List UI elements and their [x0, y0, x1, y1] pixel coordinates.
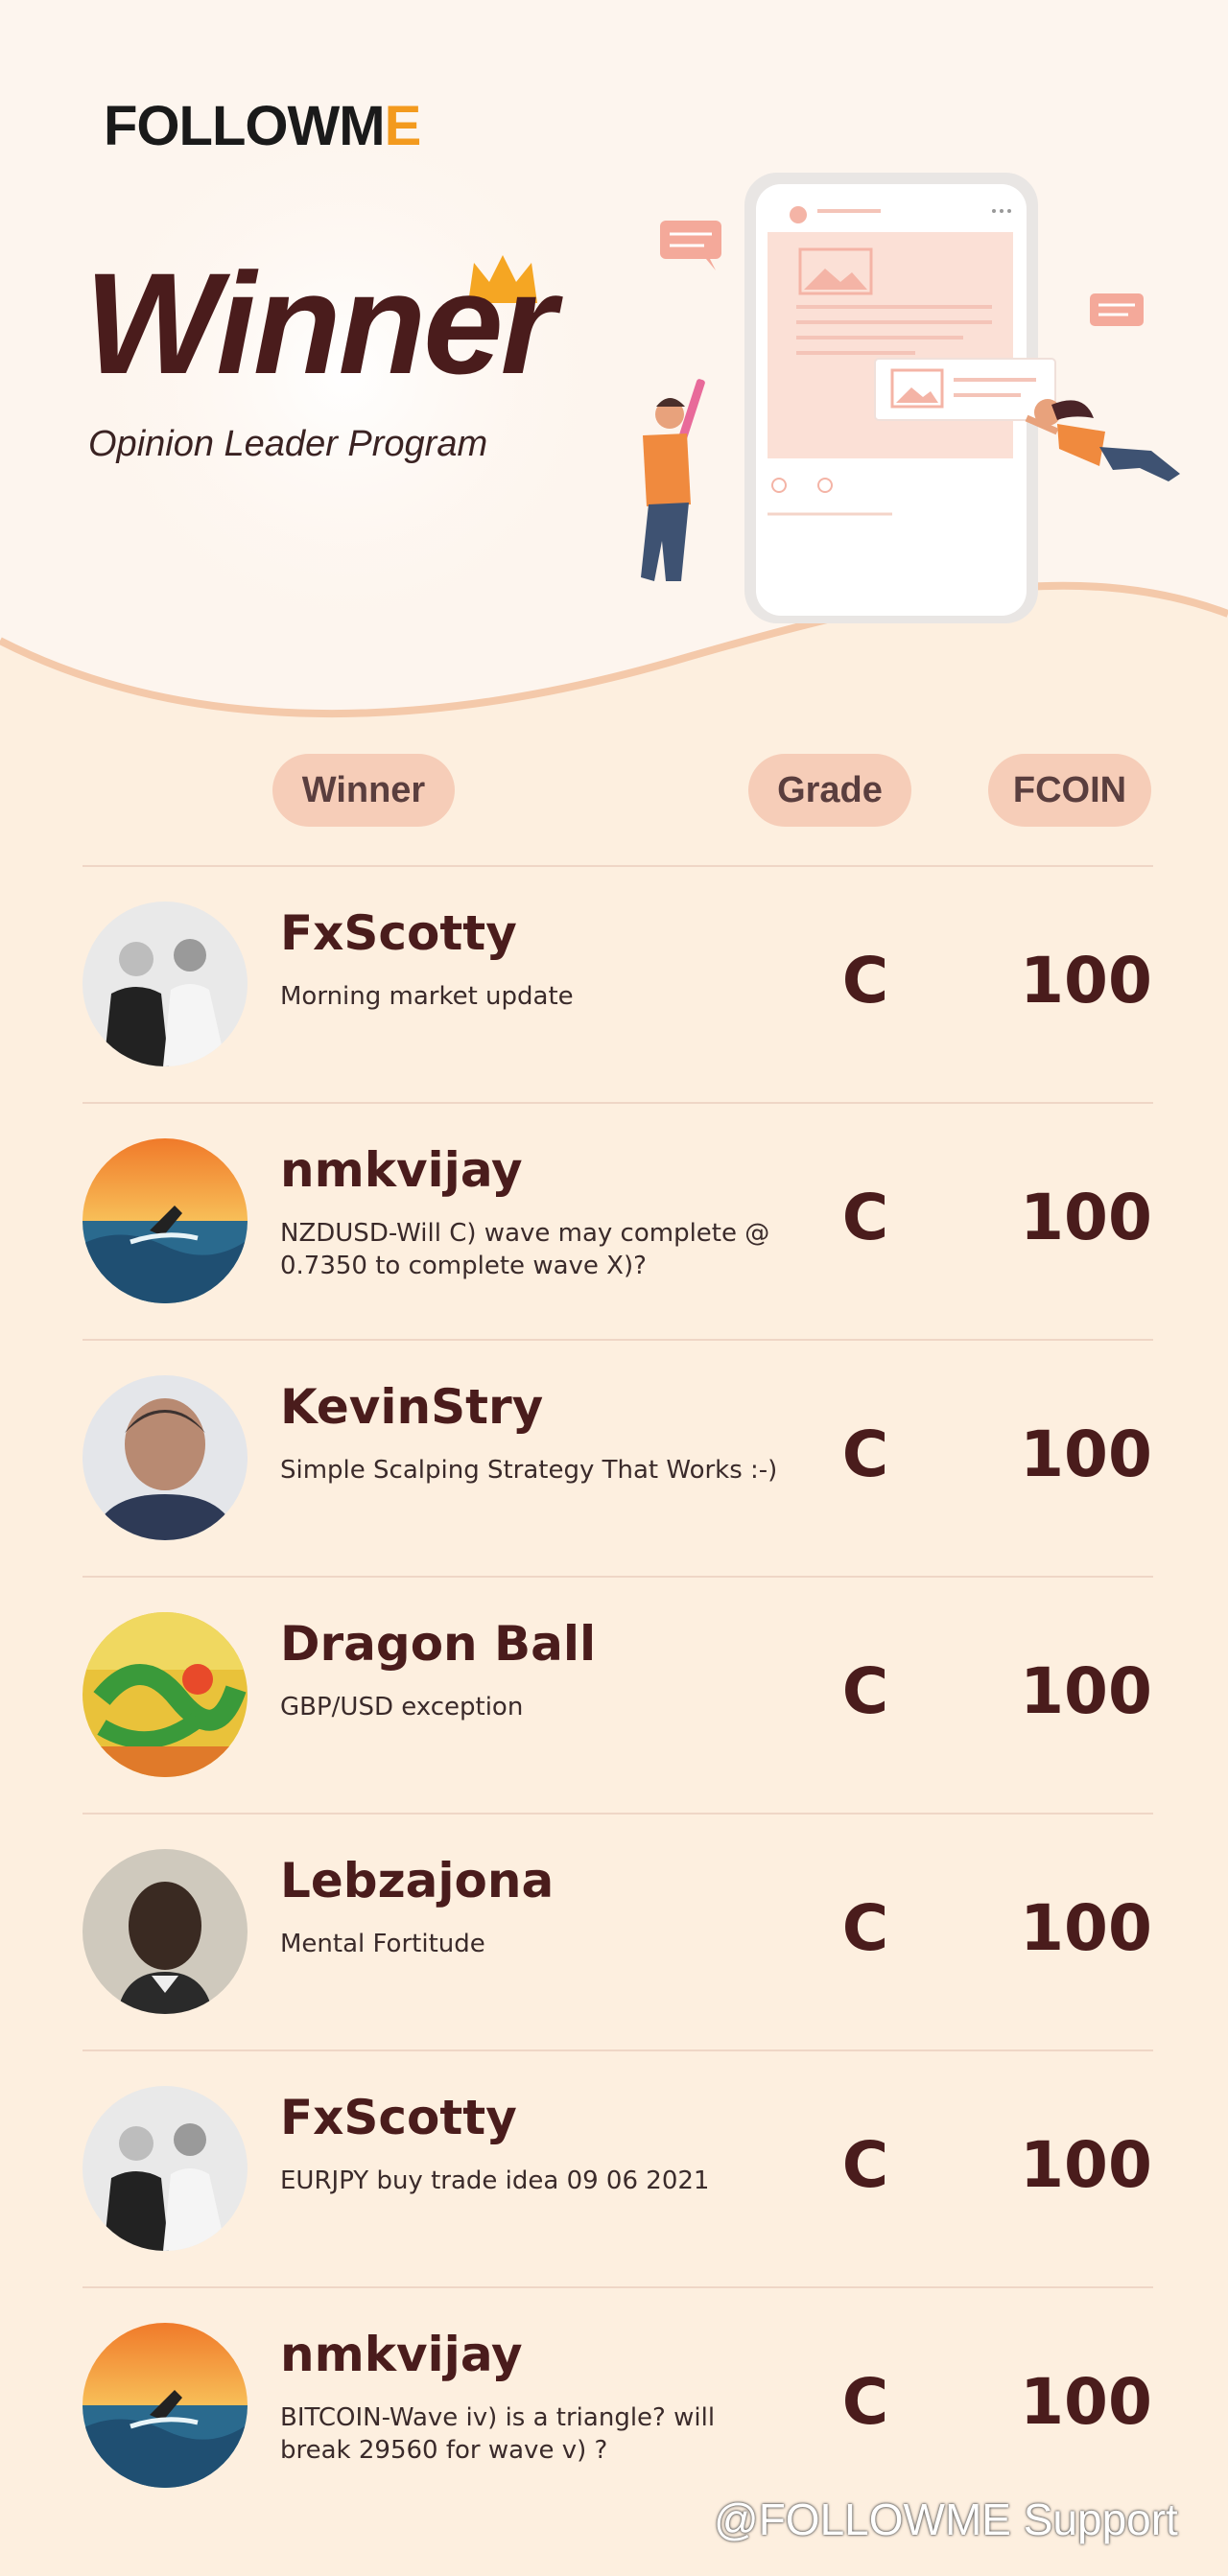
- post-title[interactable]: EURJPY buy trade idea 09 06 2021: [280, 2165, 779, 2197]
- watermark-text: @FOLLOWME Support: [714, 2494, 1178, 2544]
- logo-accent: E: [384, 95, 422, 157]
- grade-value: C: [841, 2365, 889, 2439]
- page-subtitle: Opinion Leader Program: [88, 424, 488, 464]
- username[interactable]: FxScotty: [280, 2090, 517, 2145]
- post-title[interactable]: GBP/USD exception: [280, 1691, 779, 1723]
- column-header-winner: Winner: [272, 754, 455, 827]
- winner-list: FxScotty Morning market update C 100 nmk…: [83, 865, 1153, 2523]
- avatar[interactable]: [83, 902, 248, 1066]
- table-row[interactable]: FxScotty EURJPY buy trade idea 09 06 202…: [83, 2049, 1153, 2286]
- grade-value: C: [841, 2128, 889, 2202]
- avatar[interactable]: [83, 2323, 248, 2488]
- column-header-grade: Grade: [748, 754, 911, 827]
- avatar[interactable]: [83, 1138, 248, 1303]
- grade-value: C: [841, 1417, 889, 1491]
- username[interactable]: FxScotty: [280, 905, 517, 961]
- username[interactable]: nmkvijay: [280, 1142, 523, 1198]
- table-row[interactable]: KevinStry Simple Scalping Strategy That …: [83, 1339, 1153, 1576]
- table-row[interactable]: Dragon Ball GBP/USD exception C 100: [83, 1576, 1153, 1813]
- table-header: Winner Grade FCOIN: [0, 754, 1228, 831]
- username[interactable]: Dragon Ball: [280, 1616, 596, 1672]
- grade-value: C: [841, 944, 889, 1018]
- avatar[interactable]: [83, 1612, 248, 1777]
- fcoin-value: 100: [1020, 2365, 1152, 2439]
- logo-text: FOLLOWM: [104, 95, 386, 157]
- username[interactable]: Lebzajona: [280, 1853, 554, 1909]
- fcoin-value: 100: [1020, 1181, 1152, 1254]
- table-row[interactable]: nmkvijay BITCOIN-Wave iv) is a triangle?…: [83, 2286, 1153, 2523]
- table-row[interactable]: nmkvijay NZDUSD-Will C) wave may complet…: [83, 1102, 1153, 1339]
- fcoin-value: 100: [1020, 1417, 1152, 1491]
- table-row[interactable]: Lebzajona Mental Fortitude C 100: [83, 1813, 1153, 2049]
- avatar[interactable]: [83, 2086, 248, 2251]
- column-header-fcoin: FCOIN: [988, 754, 1151, 827]
- fcoin-value: 100: [1020, 1654, 1152, 1728]
- phone-illustration: [641, 173, 1180, 623]
- avatar[interactable]: [83, 1375, 248, 1540]
- post-title[interactable]: Morning market update: [280, 980, 779, 1013]
- grade-value: C: [841, 1181, 889, 1254]
- post-title[interactable]: BITCOIN-Wave iv) is a triangle? will bre…: [280, 2401, 779, 2467]
- post-title[interactable]: Mental Fortitude: [280, 1928, 779, 1960]
- grade-value: C: [841, 1654, 889, 1728]
- fcoin-value: 100: [1020, 944, 1152, 1018]
- post-title[interactable]: Simple Scalping Strategy That Works :-): [280, 1454, 779, 1487]
- username[interactable]: KevinStry: [280, 1379, 543, 1435]
- avatar[interactable]: [83, 1849, 248, 2014]
- fcoin-value: 100: [1020, 1891, 1152, 1965]
- followme-logo[interactable]: FOLLOWME: [104, 94, 422, 158]
- username[interactable]: nmkvijay: [280, 2327, 523, 2382]
- hero-banner: FOLLOWME Winner Opinion Leader Program: [0, 0, 1228, 748]
- page-title: Winner: [84, 243, 556, 404]
- table-row[interactable]: FxScotty Morning market update C 100: [83, 865, 1153, 1102]
- fcoin-value: 100: [1020, 2128, 1152, 2202]
- post-title[interactable]: NZDUSD-Will C) wave may complete @ 0.735…: [280, 1217, 779, 1282]
- grade-value: C: [841, 1891, 889, 1965]
